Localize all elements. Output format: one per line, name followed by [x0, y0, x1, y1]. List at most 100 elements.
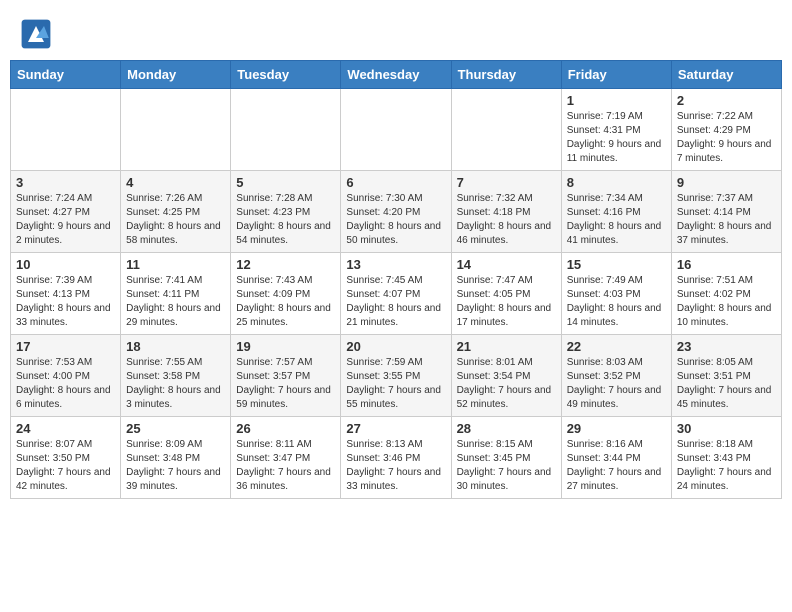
- day-number: 4: [126, 175, 225, 190]
- day-number: 5: [236, 175, 335, 190]
- day-info: Sunrise: 8:15 AM Sunset: 3:45 PM Dayligh…: [457, 438, 556, 494]
- day-info: Sunrise: 7:28 AM Sunset: 4:23 PM Dayligh…: [236, 192, 335, 248]
- week-row-4: 17 Sunrise: 7:53 AM Sunset: 4:00 PM Dayli…: [11, 335, 782, 417]
- calendar-cell: 10 Sunrise: 7:39 AM Sunset: 4:13 PM Dayli…: [11, 253, 121, 335]
- day-number: 15: [567, 257, 666, 272]
- day-info: Sunrise: 7:47 AM Sunset: 4:05 PM Dayligh…: [457, 274, 556, 330]
- day-info: Sunrise: 8:09 AM Sunset: 3:48 PM Dayligh…: [126, 438, 225, 494]
- day-number: 23: [677, 339, 776, 354]
- calendar-cell: 2 Sunrise: 7:22 AM Sunset: 4:29 PM Daylig…: [671, 89, 781, 171]
- logo: [20, 18, 56, 50]
- calendar-cell: 27 Sunrise: 8:13 AM Sunset: 3:46 PM Dayli…: [341, 417, 451, 499]
- day-number: 20: [346, 339, 445, 354]
- day-info: Sunrise: 7:41 AM Sunset: 4:11 PM Dayligh…: [126, 274, 225, 330]
- day-info: Sunrise: 8:11 AM Sunset: 3:47 PM Dayligh…: [236, 438, 335, 494]
- calendar-cell: 7 Sunrise: 7:32 AM Sunset: 4:18 PM Daylig…: [451, 171, 561, 253]
- day-info: Sunrise: 8:07 AM Sunset: 3:50 PM Dayligh…: [16, 438, 115, 494]
- calendar-cell: [121, 89, 231, 171]
- day-number: 8: [567, 175, 666, 190]
- calendar-cell: 30 Sunrise: 8:18 AM Sunset: 3:43 PM Dayli…: [671, 417, 781, 499]
- calendar-cell: 11 Sunrise: 7:41 AM Sunset: 4:11 PM Dayli…: [121, 253, 231, 335]
- day-number: 24: [16, 421, 115, 436]
- day-number: 19: [236, 339, 335, 354]
- calendar-cell: [451, 89, 561, 171]
- calendar-cell: 9Sunrise: 7:37 AM Sunset: 4:14 PM Daylig…: [671, 171, 781, 253]
- calendar: SundayMondayTuesdayWednesdayThursdayFrid…: [10, 60, 782, 499]
- week-row-2: 3Sunrise: 7:24 AM Sunset: 4:27 PM Daylig…: [11, 171, 782, 253]
- day-number: 13: [346, 257, 445, 272]
- calendar-cell: 15 Sunrise: 7:49 AM Sunset: 4:03 PM Dayli…: [561, 253, 671, 335]
- calendar-cell: 13 Sunrise: 7:45 AM Sunset: 4:07 PM Dayli…: [341, 253, 451, 335]
- day-info: Sunrise: 7:45 AM Sunset: 4:07 PM Dayligh…: [346, 274, 445, 330]
- day-info: Sunrise: 7:34 AM Sunset: 4:16 PM Dayligh…: [567, 192, 666, 248]
- day-info: Sunrise: 7:32 AM Sunset: 4:18 PM Dayligh…: [457, 192, 556, 248]
- calendar-cell: 22Sunrise: 8:03 AM Sunset: 3:52 PM Dayli…: [561, 335, 671, 417]
- day-number: 11: [126, 257, 225, 272]
- calendar-cell: [11, 89, 121, 171]
- day-info: Sunrise: 7:51 AM Sunset: 4:02 PM Dayligh…: [677, 274, 776, 330]
- day-number: 14: [457, 257, 556, 272]
- day-info: Sunrise: 8:01 AM Sunset: 3:54 PM Dayligh…: [457, 356, 556, 412]
- calendar-cell: 12 Sunrise: 7:43 AM Sunset: 4:09 PM Dayli…: [231, 253, 341, 335]
- calendar-cell: 19 Sunrise: 7:57 AM Sunset: 3:57 PM Dayli…: [231, 335, 341, 417]
- calendar-cell: 26 Sunrise: 8:11 AM Sunset: 3:47 PM Dayli…: [231, 417, 341, 499]
- day-number: 27: [346, 421, 445, 436]
- calendar-cell: [231, 89, 341, 171]
- day-number: 6: [346, 175, 445, 190]
- calendar-cell: 4 Sunrise: 7:26 AM Sunset: 4:25 PM Daylig…: [121, 171, 231, 253]
- day-header-friday: Friday: [561, 61, 671, 89]
- calendar-cell: 29 Sunrise: 8:16 AM Sunset: 3:44 PM Dayli…: [561, 417, 671, 499]
- calendar-cell: 20 Sunrise: 7:59 AM Sunset: 3:55 PM Dayli…: [341, 335, 451, 417]
- day-info: Sunrise: 7:43 AM Sunset: 4:09 PM Dayligh…: [236, 274, 335, 330]
- logo-icon: [20, 18, 52, 50]
- day-info: Sunrise: 8:18 AM Sunset: 3:43 PM Dayligh…: [677, 438, 776, 494]
- day-info: Sunrise: 7:55 AM Sunset: 3:58 PM Dayligh…: [126, 356, 225, 412]
- day-info: Sunrise: 7:39 AM Sunset: 4:13 PM Dayligh…: [16, 274, 115, 330]
- calendar-cell: 6Sunrise: 7:30 AM Sunset: 4:20 PM Daylig…: [341, 171, 451, 253]
- calendar-cell: 3Sunrise: 7:24 AM Sunset: 4:27 PM Daylig…: [11, 171, 121, 253]
- calendar-cell: 1 Sunrise: 7:19 AM Sunset: 4:31 PM Daylig…: [561, 89, 671, 171]
- day-number: 1: [567, 93, 666, 108]
- calendar-cell: 16 Sunrise: 7:51 AM Sunset: 4:02 PM Dayli…: [671, 253, 781, 335]
- day-number: 28: [457, 421, 556, 436]
- calendar-cell: 24 Sunrise: 8:07 AM Sunset: 3:50 PM Dayli…: [11, 417, 121, 499]
- week-row-5: 24 Sunrise: 8:07 AM Sunset: 3:50 PM Dayli…: [11, 417, 782, 499]
- calendar-cell: 14 Sunrise: 7:47 AM Sunset: 4:05 PM Dayli…: [451, 253, 561, 335]
- day-number: 12: [236, 257, 335, 272]
- calendar-cell: 21 Sunrise: 8:01 AM Sunset: 3:54 PM Dayli…: [451, 335, 561, 417]
- calendar-cell: 8 Sunrise: 7:34 AM Sunset: 4:16 PM Daylig…: [561, 171, 671, 253]
- day-info: Sunrise: 7:49 AM Sunset: 4:03 PM Dayligh…: [567, 274, 666, 330]
- day-number: 10: [16, 257, 115, 272]
- day-number: 18: [126, 339, 225, 354]
- day-number: 29: [567, 421, 666, 436]
- calendar-cell: 18 Sunrise: 7:55 AM Sunset: 3:58 PM Dayli…: [121, 335, 231, 417]
- day-number: 2: [677, 93, 776, 108]
- week-row-1: 1 Sunrise: 7:19 AM Sunset: 4:31 PM Daylig…: [11, 89, 782, 171]
- day-number: 30: [677, 421, 776, 436]
- day-number: 25: [126, 421, 225, 436]
- week-row-3: 10 Sunrise: 7:39 AM Sunset: 4:13 PM Dayli…: [11, 253, 782, 335]
- calendar-cell: 23Sunrise: 8:05 AM Sunset: 3:51 PM Dayli…: [671, 335, 781, 417]
- day-info: Sunrise: 7:26 AM Sunset: 4:25 PM Dayligh…: [126, 192, 225, 248]
- calendar-cell: 17 Sunrise: 7:53 AM Sunset: 4:00 PM Dayli…: [11, 335, 121, 417]
- day-info: Sunrise: 7:53 AM Sunset: 4:00 PM Dayligh…: [16, 356, 115, 412]
- day-header-monday: Monday: [121, 61, 231, 89]
- day-info: Sunrise: 7:24 AM Sunset: 4:27 PM Dayligh…: [16, 192, 115, 248]
- day-header-wednesday: Wednesday: [341, 61, 451, 89]
- calendar-cell: 28 Sunrise: 8:15 AM Sunset: 3:45 PM Dayli…: [451, 417, 561, 499]
- day-number: 21: [457, 339, 556, 354]
- day-info: Sunrise: 8:13 AM Sunset: 3:46 PM Dayligh…: [346, 438, 445, 494]
- day-info: Sunrise: 7:59 AM Sunset: 3:55 PM Dayligh…: [346, 356, 445, 412]
- day-info: Sunrise: 7:57 AM Sunset: 3:57 PM Dayligh…: [236, 356, 335, 412]
- calendar-cell: 25 Sunrise: 8:09 AM Sunset: 3:48 PM Dayli…: [121, 417, 231, 499]
- day-info: Sunrise: 8:16 AM Sunset: 3:44 PM Dayligh…: [567, 438, 666, 494]
- day-number: 7: [457, 175, 556, 190]
- day-number: 17: [16, 339, 115, 354]
- day-number: 26: [236, 421, 335, 436]
- calendar-cell: [341, 89, 451, 171]
- day-info: Sunrise: 7:19 AM Sunset: 4:31 PM Dayligh…: [567, 110, 666, 166]
- day-number: 16: [677, 257, 776, 272]
- day-info: Sunrise: 7:22 AM Sunset: 4:29 PM Dayligh…: [677, 110, 776, 166]
- day-header-thursday: Thursday: [451, 61, 561, 89]
- day-number: 22: [567, 339, 666, 354]
